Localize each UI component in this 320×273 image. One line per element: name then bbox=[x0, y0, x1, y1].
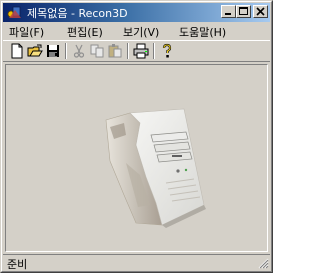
toolbar-separator bbox=[153, 43, 155, 59]
menu-view[interactable]: 보기(V) bbox=[123, 24, 159, 40]
save-disk-icon[interactable] bbox=[45, 43, 61, 59]
status-bar: 준비 bbox=[3, 254, 270, 271]
copy-icon[interactable] bbox=[89, 43, 105, 59]
print-icon[interactable] bbox=[133, 43, 149, 59]
toolbar-separator bbox=[65, 43, 67, 59]
toolbar bbox=[3, 40, 270, 62]
recon3d-app-icon[interactable] bbox=[7, 4, 23, 20]
title-bar[interactable]: 제목없음 - Recon3D bbox=[3, 3, 270, 22]
new-file-icon[interactable] bbox=[9, 43, 25, 59]
cut-icon[interactable] bbox=[71, 43, 87, 59]
close-button[interactable] bbox=[253, 5, 268, 18]
window-title: 제목없음 - Recon3D bbox=[27, 7, 128, 20]
toolbar-separator bbox=[127, 43, 129, 59]
maximize-button[interactable] bbox=[236, 5, 251, 18]
menu-help[interactable]: 도움말(H) bbox=[179, 24, 226, 40]
computer-tower-model bbox=[105, 108, 206, 228]
status-text: 준비 bbox=[7, 258, 28, 271]
menu-bar: 파일(F) 편집(E) 보기(V) 도움말(H) bbox=[3, 22, 270, 40]
minimize-button[interactable] bbox=[221, 5, 236, 18]
open-folder-icon[interactable] bbox=[27, 43, 43, 59]
help-icon[interactable] bbox=[159, 43, 175, 59]
menu-file[interactable]: 파일(F) bbox=[9, 24, 44, 40]
paste-icon[interactable] bbox=[107, 43, 123, 59]
menu-edit[interactable]: 편집(E) bbox=[67, 24, 103, 40]
3d-viewport[interactable] bbox=[5, 64, 268, 252]
app-window: 제목없음 - Recon3D 파일(F) 편집(E) 보기(V) 도움말(H) bbox=[0, 0, 273, 273]
resize-grip-icon[interactable] bbox=[257, 257, 269, 269]
